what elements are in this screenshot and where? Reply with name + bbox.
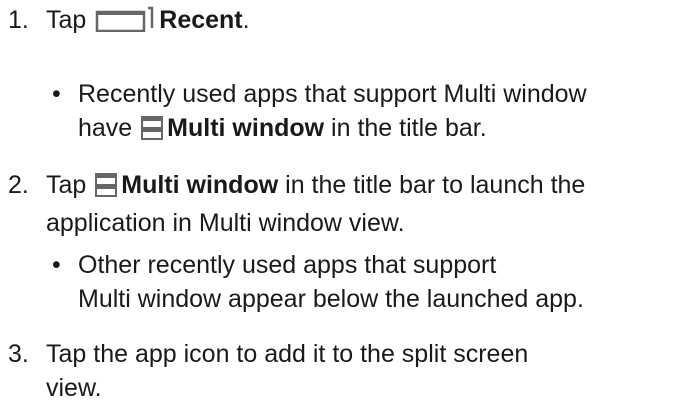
- step-text-bold: Recent: [159, 6, 243, 34]
- multi-window-icon: [95, 172, 118, 206]
- step-number: 2.: [8, 171, 29, 199]
- recent-apps-icon: [95, 6, 155, 41]
- bullet-2: • Other recently used apps that support …: [48, 248, 678, 316]
- bullet-text-pre: have: [78, 114, 133, 142]
- bullet-text: Other recently used apps that support Mu…: [78, 248, 678, 316]
- step-line-1: Tap Multi window in the title bar to lau…: [46, 168, 673, 206]
- step-number: 1.: [8, 6, 29, 34]
- step-text: Tap the app icon to add it to the split …: [46, 337, 673, 405]
- bullet-1: • Recently used apps that support Multi …: [48, 77, 678, 149]
- step-text: Tap Multi window in the title bar to lau…: [46, 168, 673, 240]
- bullet-text-post: in the title bar.: [324, 114, 487, 142]
- step-text-bold: Multi window: [121, 171, 279, 199]
- step-3: 3. Tap the app icon to add it to the spl…: [8, 337, 673, 405]
- step-text-pre: Tap: [46, 171, 87, 199]
- step-text-pre: Tap: [46, 6, 87, 34]
- bullet-text-bold: Multi window: [167, 114, 325, 142]
- step-1: 1. Tap Recent.: [8, 3, 673, 41]
- step-2: 2. Tap Multi window in the title bar to …: [8, 168, 673, 240]
- bullet-line-1: Recently used apps that support Multi wi…: [78, 80, 587, 108]
- step-text-post: in the title bar to launch the: [278, 171, 586, 199]
- step-number: 3.: [8, 340, 29, 368]
- bullet-line-2: Multi window appear below the launched a…: [78, 285, 584, 313]
- step-line-2: application in Multi window view.: [46, 209, 405, 237]
- bullet-dot: •: [52, 251, 61, 279]
- step-line-1: Tap the app icon to add it to the split …: [46, 340, 529, 368]
- bullet-dot: •: [52, 80, 61, 108]
- multi-window-icon: [141, 115, 164, 149]
- bullet-text: Recently used apps that support Multi wi…: [78, 77, 678, 149]
- step-text-post: .: [242, 6, 250, 34]
- bullet-line-1: Other recently used apps that support: [78, 251, 497, 279]
- step-line-2: view.: [46, 374, 102, 402]
- bullet-line-2: have Multi window in the title bar.: [78, 111, 678, 149]
- step-text: Tap Recent.: [46, 3, 673, 41]
